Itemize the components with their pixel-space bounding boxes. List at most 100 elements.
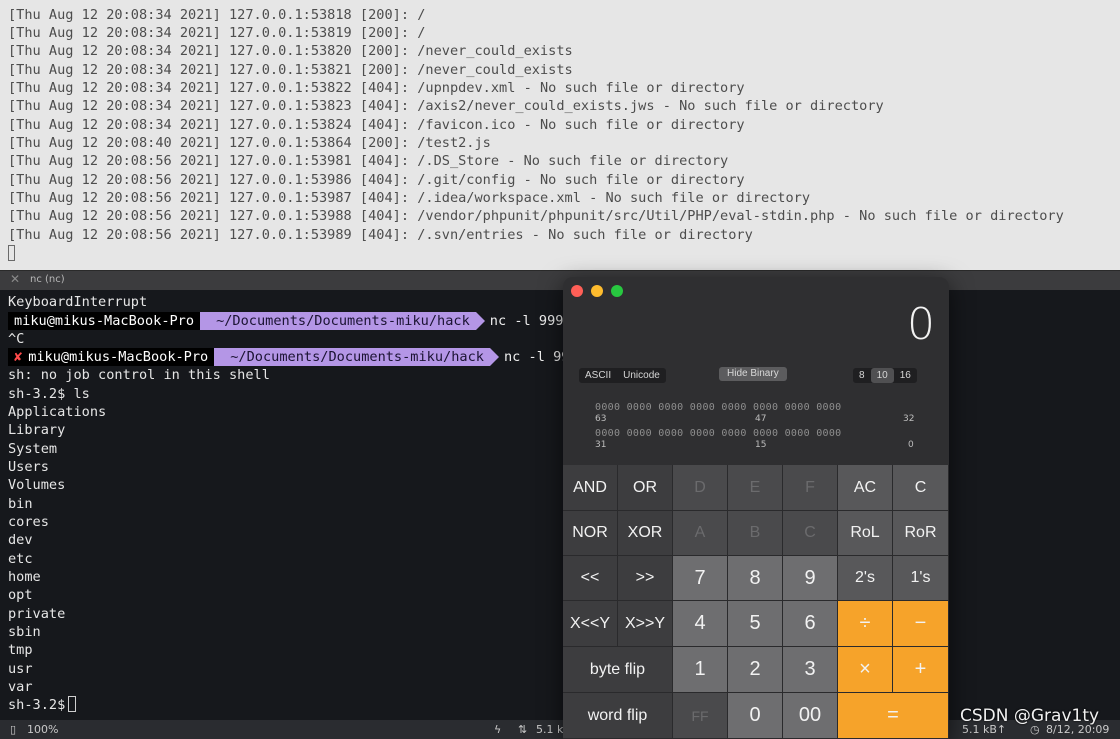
equals-key[interactable]: = xyxy=(838,693,949,739)
log-line: [Thu Aug 12 20:08:34 2021] 127.0.0.1:538… xyxy=(8,80,745,96)
server-log-terminal[interactable]: [Thu Aug 12 20:08:34 2021] 127.0.0.1:538… xyxy=(0,0,1120,270)
log-line: [Thu Aug 12 20:08:34 2021] 127.0.0.1:538… xyxy=(8,7,426,23)
subtract-key[interactable]: − xyxy=(893,601,949,647)
digit-3-key[interactable]: 3 xyxy=(783,647,838,693)
log-line: [Thu Aug 12 20:08:34 2021] 127.0.0.1:538… xyxy=(8,62,573,78)
final-prompt: sh-3.2$ xyxy=(8,697,66,713)
log-line: [Thu Aug 12 20:08:56 2021] 127.0.0.1:539… xyxy=(8,172,745,188)
ones-complement-key[interactable]: 1's xyxy=(893,556,949,601)
base-toggle: 8 10 16 xyxy=(853,368,917,383)
calculator-keypad: AND OR D E F AC C NOR XOR A B C RoL RoR … xyxy=(563,465,949,739)
double-zero-key[interactable]: 00 xyxy=(783,693,838,739)
binary-bits-row-high[interactable]: 0000 0000 0000 0000 0000 0000 0000 0000 xyxy=(595,402,842,413)
close-window-button[interactable] xyxy=(571,285,583,297)
hex-f-key[interactable]: F xyxy=(783,465,838,511)
digit-1-key[interactable]: 1 xyxy=(673,647,728,693)
ls-entry: opt xyxy=(8,587,33,603)
ls-entry: sbin xyxy=(8,624,41,640)
ls-entry: tmp xyxy=(8,642,33,658)
ls-entry: Users xyxy=(8,459,49,475)
log-line: [Thu Aug 12 20:08:34 2021] 127.0.0.1:538… xyxy=(8,25,426,41)
base-8-button[interactable]: 8 xyxy=(853,368,871,383)
base-16-button[interactable]: 16 xyxy=(894,368,917,383)
bit-index-label: 47 xyxy=(755,414,767,424)
digit-5-key[interactable]: 5 xyxy=(728,601,783,647)
error-x-icon: ✘ xyxy=(14,349,23,365)
ls-entry: Applications xyxy=(8,404,107,420)
x-shift-right-y-key[interactable]: X>>Y xyxy=(618,601,673,647)
ascii-button[interactable]: ASCII xyxy=(579,368,617,383)
ls-entry: Volumes xyxy=(8,477,66,493)
twos-complement-key[interactable]: 2's xyxy=(838,556,893,601)
log-line: [Thu Aug 12 20:08:34 2021] 127.0.0.1:538… xyxy=(8,117,745,133)
digit-6-key[interactable]: 6 xyxy=(783,601,838,647)
log-line: [Thu Aug 12 20:08:34 2021] 127.0.0.1:538… xyxy=(8,98,884,114)
battery-level: 100% xyxy=(27,723,59,736)
xor-key[interactable]: XOR xyxy=(618,511,673,556)
prompt-path: ~/Documents/Documents-miku/hack xyxy=(214,348,499,366)
log-line: [Thu Aug 12 20:08:34 2021] 127.0.0.1:538… xyxy=(8,43,573,59)
bit-index-label: 0 xyxy=(908,440,914,450)
hex-d-key[interactable]: D xyxy=(673,465,728,511)
rotate-right-key[interactable]: RoR xyxy=(893,511,949,556)
add-key[interactable]: + xyxy=(893,647,949,693)
network-icon: ⇅ xyxy=(518,723,528,736)
byte-flip-key[interactable]: byte flip xyxy=(563,647,673,693)
bit-index-label: 31 xyxy=(595,440,607,450)
digit-8-key[interactable]: 8 xyxy=(728,556,783,601)
terminal-tab-bar: ✕ nc (nc) xyxy=(0,270,1120,290)
status-bar: ▯ 100% ϟ ⇅ 5.1 kB 5.1 kB↑ ◷ 8/12, 20:09 xyxy=(0,720,1120,739)
hex-ff-key[interactable]: FF xyxy=(673,693,728,739)
prompt-command: nc -l 9999 xyxy=(489,313,572,329)
ls-entry: usr xyxy=(8,661,33,677)
x-shift-left-y-key[interactable]: X<<Y xyxy=(563,601,618,647)
hex-e-key[interactable]: E xyxy=(728,465,783,511)
calculator-window[interactable]: 0 ASCII Unicode Hide Binary 8 10 16 0000… xyxy=(563,277,949,739)
base-10-button[interactable]: 10 xyxy=(870,368,894,383)
shift-right-key[interactable]: >> xyxy=(618,556,673,601)
ls-entry: etc xyxy=(8,551,33,567)
ls-entry: var xyxy=(8,679,33,695)
bit-index-label: 15 xyxy=(755,440,767,450)
hex-b-key[interactable]: B xyxy=(728,511,783,556)
minimize-window-button[interactable] xyxy=(591,285,603,297)
digit-7-key[interactable]: 7 xyxy=(673,556,728,601)
clear-key[interactable]: C xyxy=(893,465,949,511)
output-line: ^C xyxy=(8,331,25,347)
log-line: [Thu Aug 12 20:08:40 2021] 127.0.0.1:538… xyxy=(8,135,491,151)
ls-entry: bin xyxy=(8,496,33,512)
binary-bits-row-low[interactable]: 0000 0000 0000 0000 0000 0000 0000 0000 xyxy=(595,428,842,439)
or-key[interactable]: OR xyxy=(618,465,673,511)
word-flip-key[interactable]: word flip xyxy=(563,693,673,739)
shift-left-key[interactable]: << xyxy=(563,556,618,601)
battery-icon: ▯ xyxy=(10,723,17,736)
unicode-button[interactable]: Unicode xyxy=(617,368,666,383)
prompt-user: ✘ miku@mikus-MacBook-Pro xyxy=(8,348,224,366)
all-clear-key[interactable]: AC xyxy=(838,465,893,511)
and-key[interactable]: AND xyxy=(563,465,618,511)
nor-key[interactable]: NOR xyxy=(563,511,618,556)
lightning-icon: ϟ xyxy=(494,723,502,736)
hex-a-key[interactable]: A xyxy=(673,511,728,556)
digit-4-key[interactable]: 4 xyxy=(673,601,728,647)
digit-9-key[interactable]: 9 xyxy=(783,556,838,601)
output-line: sh: no job control in this shell xyxy=(8,367,270,383)
rotate-left-key[interactable]: RoL xyxy=(838,511,893,556)
close-icon[interactable]: ✕ xyxy=(10,272,20,286)
ls-entry: System xyxy=(8,441,58,457)
tab-nc[interactable]: nc (nc) xyxy=(30,274,65,285)
shell-terminal[interactable]: KeyboardInterrupt miku@mikus-MacBook-Pro… xyxy=(0,290,1120,720)
digit-0-key[interactable]: 0 xyxy=(728,693,783,739)
hide-binary-button[interactable]: Hide Binary xyxy=(719,367,787,381)
text-cursor xyxy=(8,245,15,261)
text-cursor xyxy=(68,696,76,712)
log-line: [Thu Aug 12 20:08:56 2021] 127.0.0.1:539… xyxy=(8,208,1064,224)
divide-key[interactable]: ÷ xyxy=(838,601,893,647)
digit-2-key[interactable]: 2 xyxy=(728,647,783,693)
hex-c-key[interactable]: C xyxy=(783,511,838,556)
prompt-user-text: miku@mikus-MacBook-Pro xyxy=(28,349,209,365)
zoom-window-button[interactable] xyxy=(611,285,623,297)
multiply-key[interactable]: × xyxy=(838,647,893,693)
bit-index-label: 32 xyxy=(903,414,915,424)
ls-entry: private xyxy=(8,606,66,622)
